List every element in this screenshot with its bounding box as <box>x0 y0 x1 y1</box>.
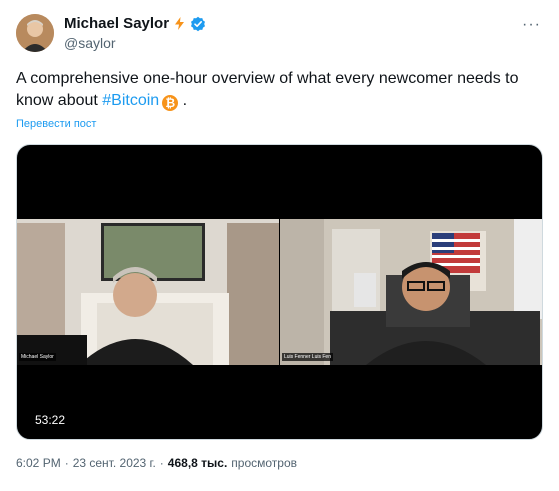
tweet-card: Michael Saylor @saylor ··· A comprehensi… <box>0 0 559 491</box>
video-frame-right: Luis Fenner Luis Fen <box>280 219 542 365</box>
hashtag-link[interactable]: #Bitcoin <box>102 92 159 109</box>
meta-separator-2: · <box>159 456 164 470</box>
views-label: просмотров <box>231 456 298 470</box>
participant-label-right: Luis Fenner Luis Fen <box>282 353 333 361</box>
more-options-icon[interactable]: ··· <box>522 16 541 34</box>
tweet-meta: 6:02 PM · 23 сент. 2023 г. · 468,8 тыс. … <box>16 456 297 470</box>
participant-label-left: Michael Saylor <box>19 353 56 361</box>
tweet-text: A comprehensive one-hour overview of wha… <box>16 68 541 112</box>
bitcoin-icon: ₿ <box>162 95 179 111</box>
tweet-text-after: . <box>178 92 188 109</box>
zap-icon <box>172 16 187 31</box>
views-count: 468,8 тыс. <box>167 456 228 470</box>
verified-icon <box>190 16 206 32</box>
tweet-time[interactable]: 6:02 PM <box>16 456 61 470</box>
video-player[interactable]: Michael Saylor Luis Fenner Luis Fen 53:2… <box>16 144 543 440</box>
author-block: Michael Saylor @saylor <box>64 14 206 51</box>
author-handle[interactable]: @saylor <box>64 35 206 51</box>
tweet-date[interactable]: 23 сент. 2023 г. <box>73 456 156 470</box>
avatar[interactable] <box>16 14 54 52</box>
name-row: Michael Saylor <box>64 14 206 33</box>
meta-separator: · <box>64 456 69 470</box>
video-duration: 53:22 <box>31 411 70 429</box>
translate-post-link[interactable]: Перевести пост <box>16 118 96 130</box>
video-frame-left: Michael Saylor <box>17 219 279 365</box>
tweet-text-before: A comprehensive one-hour overview of wha… <box>16 70 519 109</box>
author-name[interactable]: Michael Saylor <box>64 15 169 32</box>
